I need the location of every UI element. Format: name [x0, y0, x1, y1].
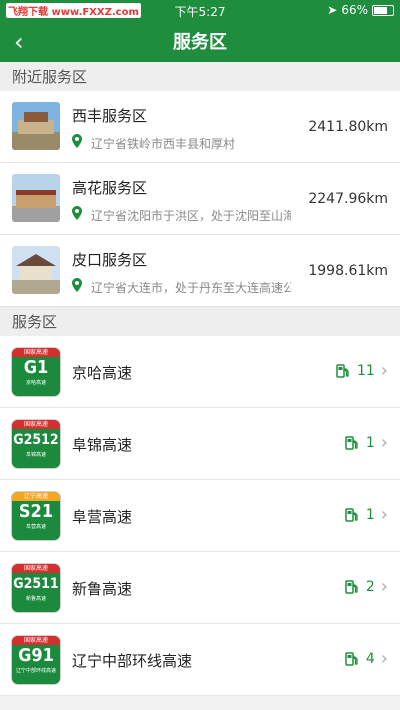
service-area-count: 11 — [356, 362, 375, 379]
service-area-distance: 1998.61km — [308, 263, 388, 279]
nearby-item[interactable]: 高花服务区 2247.96km 辽宁省沈阳市于洪区，处于沈阳至山海关高速公... — [0, 163, 400, 235]
shield-sub: 新鲁高速 — [25, 596, 46, 602]
fuel-pump-icon — [345, 579, 358, 594]
highway-shield-icon: 国家高速 G2511 新鲁高速 — [12, 564, 60, 612]
highway-shield-icon: 国家高速 G1 京哈高速 — [12, 348, 60, 396]
shield-code: G91 — [18, 645, 54, 666]
service-area-count: 1 — [365, 434, 375, 451]
location-pin-icon — [72, 134, 82, 148]
page-title: 服务区 — [173, 32, 227, 53]
chevron-right-icon: › — [380, 648, 388, 669]
shield-sub: 阜锦高速 — [25, 452, 46, 458]
service-area-photo — [12, 174, 60, 222]
fuel-pump-icon — [345, 507, 358, 522]
fuel-pump-icon — [345, 435, 358, 450]
nearby-item[interactable]: 皮口服务区 1998.61km 辽宁省大连市，处于丹东至大连高速公路中段13... — [0, 235, 400, 307]
shield-band: 国家高速 — [12, 564, 60, 573]
section-header-highways: 服务区 — [0, 307, 400, 336]
chevron-right-icon: › — [380, 432, 388, 453]
highway-count-group: 4 › — [344, 648, 388, 669]
highway-count-group: 1 › — [344, 504, 388, 525]
service-area-photo — [12, 246, 60, 294]
highway-name: 新鲁高速 — [72, 580, 133, 598]
shield-band: 国家高速 — [12, 636, 60, 645]
section-header-nearby: 附近服务区 — [0, 62, 400, 91]
shield-code: G2511 — [13, 576, 59, 592]
highway-item[interactable]: 辽宁高速 S21 阜营高速 阜营高速 1 › — [0, 480, 400, 552]
chevron-right-icon: › — [380, 504, 388, 525]
chevron-right-icon: › — [380, 576, 388, 597]
chevron-right-icon: › — [380, 360, 388, 381]
nearby-list: 西丰服务区 2411.80km 辽宁省铁岭市西丰县和厚村高花服务区 2247.96km… — [0, 91, 400, 307]
highway-name: 阜锦高速 — [72, 436, 133, 454]
highway-shield-icon: 辽宁高速 S21 阜营高速 — [12, 492, 60, 540]
service-area-address: 辽宁省铁岭市西丰县和厚村 — [91, 137, 236, 151]
highway-name: 辽宁中部环线高速 — [72, 652, 193, 670]
nav-bar: ‹ 服务区 — [0, 20, 400, 62]
shield-code: S21 — [18, 501, 54, 522]
service-area-name: 皮口服务区 — [72, 251, 148, 269]
highway-count-group: 2 › — [344, 576, 388, 597]
shield-sub: 辽宁中部环线高速 — [15, 668, 56, 674]
highway-item[interactable]: 国家高速 G2512 阜锦高速 阜锦高速 1 › — [0, 408, 400, 480]
shield-band: 国家高速 — [12, 348, 60, 357]
status-time: 下午5:27 — [174, 5, 226, 19]
highway-shield-icon: 国家高速 G91 辽宁中部环线高速 — [12, 636, 60, 684]
highway-name: 京哈高速 — [72, 364, 133, 382]
battery-icon — [372, 4, 394, 16]
highway-item[interactable]: 国家高速 G2511 新鲁高速 新鲁高速 2 › — [0, 552, 400, 624]
shield-band: 辽宁高速 — [12, 492, 60, 501]
fuel-pump-icon — [336, 363, 349, 378]
highway-item[interactable]: 国家高速 G1 京哈高速 京哈高速 11 › — [0, 336, 400, 408]
location-pin-icon — [72, 206, 82, 220]
shield-code: G1 — [23, 357, 49, 378]
highway-count-group: 1 › — [344, 432, 388, 453]
service-area-photo — [12, 102, 60, 150]
service-area-name: 高花服务区 — [72, 179, 148, 197]
shield-code: G2512 — [13, 432, 59, 448]
shield-band: 国家高速 — [12, 420, 60, 429]
highway-list: 国家高速 G1 京哈高速 京哈高速 11 › 国家高速 G2512 阜锦高速 阜锦高速 1 › 辽宁高速… — [0, 336, 400, 696]
shield-sub: 阜营高速 — [25, 524, 46, 530]
service-area-distance: 2247.96km — [308, 191, 388, 207]
highway-count-group: 11 › — [335, 360, 388, 381]
highway-item[interactable]: 国家高速 G91 辽宁中部环线高速 辽宁中部环线高速 4 › — [0, 624, 400, 696]
shield-sub: 京哈高速 — [25, 380, 46, 386]
status-bar: 飞翔下载 www.FXXZ.com 下午5:27 ➤ 66% — [0, 0, 400, 20]
service-area-count: 1 — [365, 506, 375, 523]
location-pin-icon — [72, 278, 82, 292]
back-arrow-icon[interactable]: ‹ — [14, 28, 24, 56]
highway-name: 阜营高速 — [72, 508, 133, 526]
service-area-address: 辽宁省大连市，处于丹东至大连高速公路中段13... — [91, 281, 291, 295]
fuel-pump-icon — [345, 651, 358, 666]
nearby-item[interactable]: 西丰服务区 2411.80km 辽宁省铁岭市西丰县和厚村 — [0, 91, 400, 163]
highway-shield-icon: 国家高速 G2512 阜锦高速 — [12, 420, 60, 468]
service-area-address: 辽宁省沈阳市于洪区，处于沈阳至山海关高速公... — [91, 209, 291, 223]
service-area-distance: 2411.80km — [308, 119, 388, 135]
service-area-count: 4 — [365, 650, 375, 667]
service-area-name: 西丰服务区 — [72, 107, 148, 125]
service-area-count: 2 — [365, 578, 375, 595]
